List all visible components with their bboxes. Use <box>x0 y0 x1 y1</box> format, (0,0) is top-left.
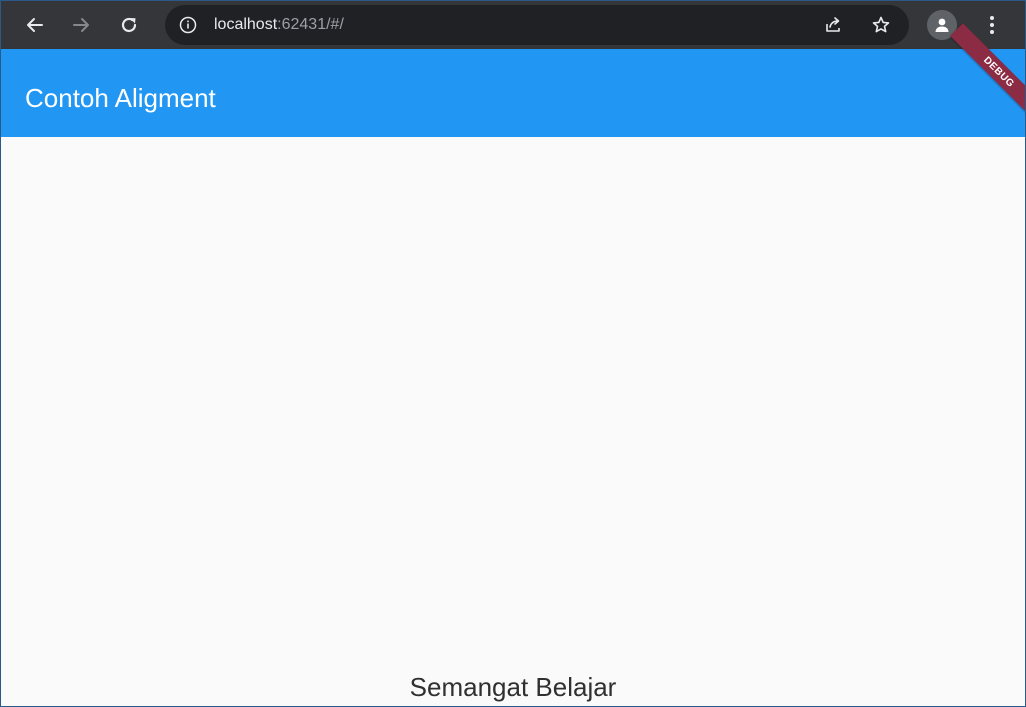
share-button[interactable] <box>821 13 845 37</box>
info-icon[interactable] <box>179 16 197 34</box>
browser-menu-button[interactable] <box>977 9 1007 41</box>
back-button[interactable] <box>19 9 51 41</box>
star-icon <box>872 16 890 33</box>
bookmark-button[interactable] <box>869 13 893 37</box>
body-text: Semangat Belajar <box>409 672 617 702</box>
reload-icon <box>121 17 137 33</box>
share-icon <box>826 17 840 32</box>
person-icon <box>935 18 949 32</box>
back-arrow-icon <box>27 18 43 32</box>
address-bar[interactable]: localhost:62431/#/ <box>165 5 909 45</box>
app-body: Semangat Belajar <box>1 137 1025 706</box>
url-path: :62431/#/ <box>277 16 344 33</box>
page-title: Contoh Aligment <box>25 83 216 113</box>
browser-toolbar: localhost:62431/#/ <box>1 1 1025 49</box>
kebab-menu-icon <box>990 16 994 34</box>
app-bar: Contoh Aligment <box>1 49 1025 137</box>
url-text[interactable]: localhost:62431/#/ <box>214 16 344 34</box>
browser-window: localhost:62431/#/ Contoh Aligment DEBUG… <box>0 0 1026 707</box>
forward-arrow-icon <box>73 18 89 32</box>
url-host: localhost <box>214 16 278 33</box>
forward-button[interactable] <box>65 9 97 41</box>
reload-button[interactable] <box>113 9 145 41</box>
